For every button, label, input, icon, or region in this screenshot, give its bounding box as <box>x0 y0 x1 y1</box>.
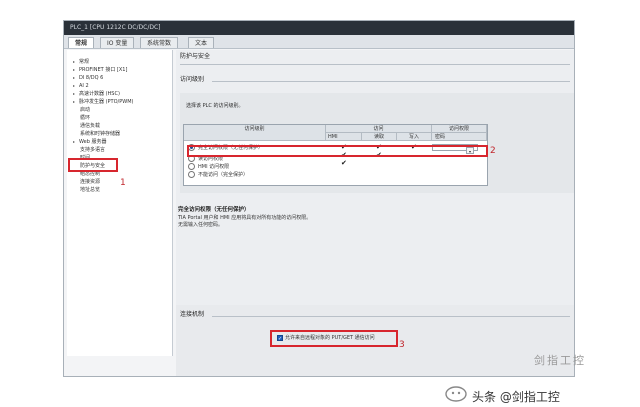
instruction-text: 选择该 PLC 的访问级别。 <box>186 103 244 109</box>
sidebar-item-label: 高速计数器 (HSC) <box>79 91 120 97</box>
sidebar-item[interactable]: 通信负载 <box>80 122 100 130</box>
put-get-checkbox[interactable]: ✓ <box>277 335 283 342</box>
watermark-text: 头条 @剑指工控 <box>472 390 560 404</box>
sidebar-item[interactable]: ▸ Web 服务器 <box>73 138 107 146</box>
sidebar-item[interactable]: ▸ 脉冲发生器 (PTO/PWM) <box>73 98 133 106</box>
check-icon: ✔ <box>341 159 347 167</box>
description-line-1: TIA Portal 用户和 HMI 应用将具有对所有功能的访问权限。 <box>178 215 312 221</box>
sidebar-item[interactable]: 系统和时钟存储器 <box>80 130 120 138</box>
access-level-divider <box>212 81 570 82</box>
sidebar-item-label: 循环 <box>80 115 91 121</box>
header-write: 写入 <box>397 133 432 141</box>
sidebar-item-label: 脉冲发生器 (PTO/PWM) <box>79 99 134 105</box>
sidebar-item-label: DI 8/DQ 6 <box>79 75 104 81</box>
callout-1: 1 <box>120 178 126 188</box>
access-level-heading: 访问级别 <box>180 76 205 83</box>
radio-no-access[interactable] <box>188 171 195 178</box>
sidebar-item-label: 支持多语言 <box>80 147 106 153</box>
tab-bar: 常规 IO 变量 系统常数 文本 <box>64 35 574 49</box>
window-title: PLC_1 [CPU 1212C DC/DC/DC] <box>64 21 574 35</box>
sidebar-item[interactable]: 地址总览 <box>80 186 100 194</box>
header-read: 读取 <box>362 133 397 141</box>
sidebar-item-label: 系统和时钟存储器 <box>80 131 121 137</box>
header-password: 密码 <box>432 133 487 141</box>
row-label: HMI 访问权限 <box>198 164 230 170</box>
sidebar-item-label: AI 2 <box>79 83 89 89</box>
section-title: 防护与安全 <box>180 53 211 60</box>
sidebar-item[interactable]: ▸ 常规 <box>73 58 89 66</box>
sidebar-item-label: 启动 <box>80 107 91 113</box>
header-hmi: HMI <box>326 133 362 141</box>
sidebar-highlight-box <box>68 158 118 172</box>
header-access: 访问 <box>326 125 432 133</box>
header-permission: 访问权限 <box>432 125 487 133</box>
sidebar-item-label: 常规 <box>79 59 90 65</box>
sidebar-item-label: PROFINET 接口 [X1] <box>79 67 128 73</box>
callout-3: 3 <box>399 340 405 350</box>
callout-2: 2 <box>490 146 496 156</box>
description-title: 完全访问权限（无任何保护） <box>178 207 250 213</box>
description-line-2: 无需输入任何密码。 <box>178 222 224 228</box>
sidebar-item-label: Web 服务器 <box>79 139 107 145</box>
radio-hmi-access[interactable] <box>188 163 195 170</box>
tab-system-constants[interactable]: 系统常数 <box>140 37 179 48</box>
sidebar-item-label: 地址总览 <box>80 187 101 193</box>
put-get-label: 允许来自远程对象的 PUT/GET 通信访问 <box>285 335 375 341</box>
tab-texts[interactable]: 文本 <box>188 37 215 48</box>
sidebar-item[interactable]: ▸ AI 2 <box>73 82 89 90</box>
sidebar-item[interactable]: 连接资源 <box>80 178 100 186</box>
header-access-level: 访问级别 <box>184 125 326 141</box>
watermark-logo-icon <box>444 385 468 403</box>
table-row[interactable]: HMI 访问权限 <box>184 163 482 171</box>
sidebar-item[interactable]: ▸ 高速计数器 (HSC) <box>73 90 120 98</box>
sidebar-item[interactable]: 支持多语言 <box>80 146 105 154</box>
row-label: 不能访问（完全保护） <box>198 172 249 178</box>
sidebar-item-label: 连接资源 <box>80 179 101 185</box>
sidebar-item[interactable]: ▸ PROFINET 接口 [X1] <box>73 66 127 74</box>
tab-general[interactable]: 常规 <box>68 37 95 48</box>
sidebar-item[interactable]: 启动 <box>80 106 90 114</box>
connection-heading: 连接机制 <box>180 311 205 318</box>
faint-watermark: 剑指工控 <box>534 354 586 367</box>
section-divider <box>180 64 570 65</box>
sidebar-item[interactable]: 循环 <box>80 114 90 122</box>
tab-io-tags[interactable]: IO 变量 <box>100 37 135 48</box>
row-highlight-box <box>187 145 488 157</box>
table-row[interactable]: 不能访问（完全保护） <box>184 171 482 179</box>
sidebar-item[interactable]: ▸ DI 8/DQ 6 <box>73 74 103 82</box>
connection-divider <box>212 316 570 317</box>
sidebar-item-label: 通信负载 <box>80 123 101 129</box>
